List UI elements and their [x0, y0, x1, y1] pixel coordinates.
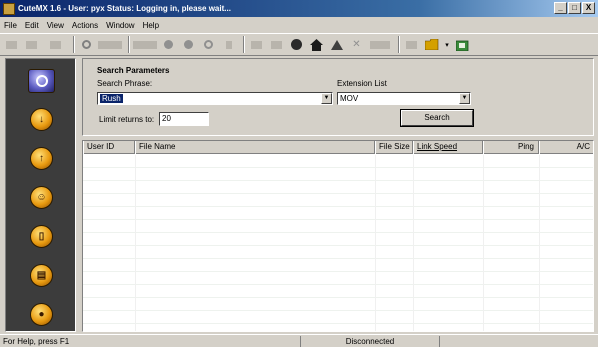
status-bar: For Help, press F1 Disconnected [0, 334, 598, 347]
chat-panel-icon[interactable]: ▤ [30, 264, 53, 287]
minimize-button[interactable]: _ [554, 2, 567, 14]
panel-title: Search Parameters [97, 66, 170, 75]
toolbar-separator [398, 36, 400, 53]
list-icon[interactable] [403, 36, 420, 53]
sidebar: ↓ ↑ ☺ ▯ ▤ ● [5, 58, 76, 332]
delete-icon[interactable]: ✕ [348, 36, 365, 53]
results-list[interactable]: User ID File Name File Size Link Speed P… [82, 140, 594, 332]
extension-list-combo[interactable]: MOV ▼ [337, 92, 471, 105]
bookmark-icon[interactable] [268, 36, 285, 53]
dropdown-icon[interactable]: ▾ [443, 36, 451, 53]
app-icon [3, 2, 15, 15]
title-bar: CuteMX 1.6 - User: pyx Status: Logging i… [0, 0, 598, 17]
column-link-speed[interactable]: Link Speed [413, 141, 483, 154]
limit-returns-input[interactable]: 20 [159, 112, 209, 126]
connection-status: Disconnected [300, 335, 440, 347]
maximize-button[interactable]: □ [568, 2, 581, 14]
column-divider [135, 155, 136, 331]
stop-icon[interactable] [43, 36, 67, 53]
column-divider [539, 155, 540, 331]
menu-help[interactable]: Help [139, 21, 163, 30]
play-icon[interactable] [200, 36, 217, 53]
results-grid [83, 155, 593, 331]
toolbar-separator [128, 36, 130, 53]
menu-window[interactable]: Window [102, 21, 138, 30]
search-web-icon[interactable] [248, 36, 265, 53]
search-phrase-value: Rush [100, 94, 123, 103]
search-phrase-label: Search Phrase: [97, 79, 153, 88]
chevron-down-icon[interactable]: ▼ [459, 93, 470, 104]
column-file-name[interactable]: File Name [135, 141, 375, 154]
column-user-id[interactable]: User ID [83, 141, 135, 154]
extension-list-value: MOV [340, 94, 359, 103]
close-button[interactable]: X [582, 2, 595, 14]
library-panel-icon[interactable]: ▯ [30, 225, 53, 248]
record-icon[interactable] [133, 36, 157, 53]
download-icon[interactable] [454, 36, 471, 53]
limit-returns-label: Limit returns to: [99, 115, 155, 124]
settings-icon[interactable] [180, 36, 197, 53]
search-button[interactable]: Search [400, 109, 474, 127]
home-icon[interactable] [308, 36, 325, 53]
menu-view[interactable]: View [43, 21, 68, 30]
extension-list-label: Extension List [337, 79, 387, 88]
disconnect-icon[interactable] [98, 36, 122, 53]
menu-bar: File Edit View Actions Window Help [0, 18, 598, 32]
refresh-icon[interactable] [78, 36, 95, 53]
column-ac[interactable]: A/C [539, 141, 593, 154]
search-phrase-combo[interactable]: Rush ▼ [97, 92, 333, 105]
menu-actions[interactable]: Actions [68, 21, 102, 30]
settings-panel-icon[interactable]: ● [30, 303, 53, 326]
forward-icon[interactable] [23, 36, 40, 53]
users-panel-icon[interactable]: ☺ [30, 186, 53, 209]
up-icon[interactable] [328, 36, 345, 53]
chevron-down-icon[interactable]: ▼ [321, 93, 332, 104]
column-divider [375, 155, 376, 331]
window-controls: _ □ X [554, 2, 595, 14]
skip-icon[interactable] [220, 36, 237, 53]
view-icon[interactable] [368, 36, 392, 53]
download-panel-icon[interactable]: ↓ [30, 108, 53, 131]
search-icon[interactable] [28, 69, 55, 93]
status-help-text: For Help, press F1 [3, 336, 70, 346]
column-file-size[interactable]: File Size [375, 141, 413, 154]
toolbar-separator [73, 36, 75, 53]
results-header: User ID File Name File Size Link Speed P… [83, 141, 593, 154]
column-ping[interactable]: Ping [483, 141, 539, 154]
column-divider [483, 155, 484, 331]
folder-icon[interactable] [423, 36, 440, 53]
menu-edit[interactable]: Edit [21, 21, 43, 30]
window-title: CuteMX 1.6 - User: pyx Status: Logging i… [18, 4, 231, 13]
column-divider [413, 155, 414, 331]
toolbar-separator [243, 36, 245, 53]
stop-record-icon[interactable] [160, 36, 177, 53]
upload-panel-icon[interactable]: ↑ [30, 147, 53, 170]
globe-icon[interactable] [288, 36, 305, 53]
toolbar: ✕ ▾ [0, 33, 598, 56]
back-icon[interactable] [3, 36, 20, 53]
search-parameters-panel: Search Parameters Search Phrase: Rush ▼ … [82, 58, 594, 136]
menu-file[interactable]: File [0, 21, 21, 30]
